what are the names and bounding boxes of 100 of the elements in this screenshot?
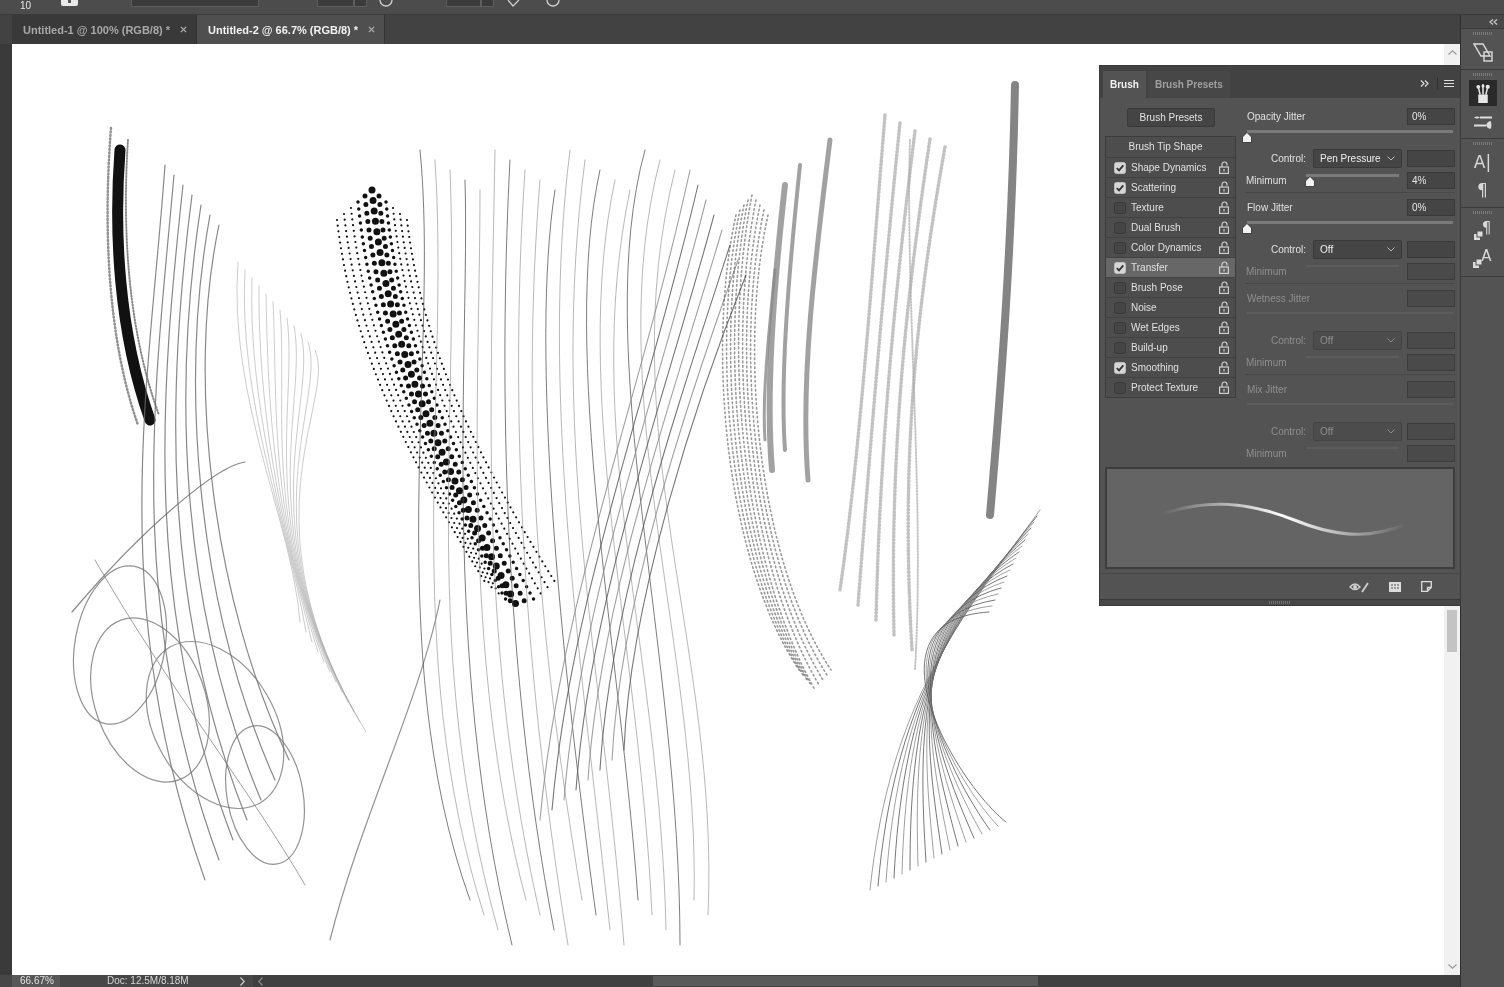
slider-thumb[interactable] xyxy=(1242,132,1252,143)
chevron-icon xyxy=(1387,338,1395,343)
dock-button[interactable]: ¶ xyxy=(1468,177,1497,203)
option-label: Brush Pose xyxy=(1131,282,1184,293)
scrollbar-thumb[interactable] xyxy=(1447,610,1457,652)
scrollbar-thumb[interactable] xyxy=(653,976,1038,986)
lock-icon[interactable] xyxy=(1219,221,1229,234)
chevron-icon[interactable] xyxy=(240,976,245,986)
option-row[interactable]: Wet Edges xyxy=(1106,317,1235,337)
list-item[interactable]: Brush Tip Shape xyxy=(1106,137,1235,157)
document-tab[interactable]: Untitled-1 @ 100% (RGB/8) * xyxy=(12,15,198,44)
lock-icon[interactable] xyxy=(1219,361,1229,374)
grip-handle[interactable] xyxy=(1472,32,1493,35)
dropdown-field[interactable] xyxy=(354,0,368,7)
checkbox[interactable] xyxy=(1114,361,1126,374)
checkbox[interactable] xyxy=(1114,181,1126,194)
zoom-field[interactable]: 66.67% xyxy=(12,975,60,987)
chevron-icon[interactable] xyxy=(1447,50,1457,55)
option-row[interactable]: Shape Dynamics xyxy=(1106,157,1235,177)
lock-icon[interactable] xyxy=(1219,161,1229,174)
grip-handle[interactable] xyxy=(1269,601,1291,604)
dock-button[interactable]: A| xyxy=(1468,149,1497,175)
setting-label: Mix Jitter xyxy=(1246,384,1288,395)
close-icon[interactable] xyxy=(368,26,376,33)
document-tab[interactable]: Untitled-2 @ 66.7% (RGB/8) * xyxy=(197,15,386,44)
minimum-label: Minimum xyxy=(1245,266,1288,277)
control-dropdown[interactable]: Off xyxy=(1313,240,1402,259)
input-field[interactable] xyxy=(131,0,260,7)
lock-icon[interactable] xyxy=(1219,301,1229,314)
value-field[interactable] xyxy=(1407,150,1455,167)
grip-handle[interactable] xyxy=(1472,73,1493,76)
new-page-icon[interactable] xyxy=(1421,581,1432,592)
overlapping-squares-icon xyxy=(1472,42,1493,62)
option-row[interactable]: Dual Brush xyxy=(1106,217,1235,237)
double-chevron-icon[interactable] xyxy=(1489,18,1498,25)
option-row[interactable]: Noise xyxy=(1106,297,1235,317)
chevron-icon[interactable] xyxy=(258,976,263,986)
brush-presets-button[interactable]: Brush Presets xyxy=(1127,108,1215,127)
option-row[interactable]: Brush Pose xyxy=(1106,277,1235,297)
double-chevron-icon[interactable] xyxy=(1420,79,1429,87)
grip-handle[interactable] xyxy=(1472,142,1493,145)
setting-label: Opacity Jitter xyxy=(1246,111,1307,122)
horizontal-scrollbar[interactable] xyxy=(253,975,1460,987)
document-info: Doc: 12.5M/8.18M xyxy=(107,975,190,987)
option-label: Noise xyxy=(1131,302,1158,313)
option-row[interactable]: Texture xyxy=(1106,197,1235,217)
option-label: Scattering xyxy=(1131,182,1178,193)
option-row[interactable]: Transfer xyxy=(1106,257,1235,277)
slider-thumb[interactable] xyxy=(1242,223,1252,234)
lock-icon[interactable] xyxy=(1219,241,1229,254)
control-label: Control: xyxy=(1270,426,1306,437)
menu-icon[interactable] xyxy=(1444,79,1454,87)
minimum-label: Minimum xyxy=(1245,357,1288,368)
minimum-label: Minimum xyxy=(1245,175,1288,186)
value-field[interactable]: 4% xyxy=(1407,172,1455,189)
eye-brush-icon[interactable] xyxy=(1349,580,1369,593)
checkbox[interactable] xyxy=(1114,261,1126,274)
lock-icon[interactable] xyxy=(1219,381,1229,394)
dock-button[interactable]: A xyxy=(1468,246,1497,272)
close-icon[interactable] xyxy=(180,26,188,33)
option-row[interactable]: Protect Texture xyxy=(1106,377,1235,397)
option-row[interactable]: Smoothing xyxy=(1106,357,1235,377)
dock-button[interactable] xyxy=(1468,80,1497,106)
option-row[interactable]: Build-up xyxy=(1106,337,1235,357)
control-label: Control: xyxy=(1270,244,1306,255)
lock-icon[interactable] xyxy=(1219,201,1229,214)
value-field[interactable]: 0% xyxy=(1407,108,1455,125)
dropdown-field[interactable] xyxy=(481,0,495,7)
tab-title[interactable]: Untitled-1 @ 100% (RGB/8) * xyxy=(23,23,171,36)
squares-icon xyxy=(1473,230,1483,240)
chevron-icon[interactable] xyxy=(506,0,522,7)
control-dropdown[interactable]: Pen Pressure xyxy=(1313,149,1402,168)
lock-icon[interactable] xyxy=(1219,181,1229,194)
option-label: Build-up xyxy=(1131,342,1169,353)
lock-icon[interactable] xyxy=(1219,321,1229,334)
minimum-label: Minimum xyxy=(1245,448,1288,459)
option-label: Wet Edges xyxy=(1131,322,1181,333)
control-label: Control: xyxy=(1270,153,1306,164)
input-field[interactable] xyxy=(317,0,355,7)
panel-tab[interactable]: Brush Presets xyxy=(1147,71,1230,98)
grip-handle[interactable] xyxy=(1472,211,1493,214)
setting-label: Flow Jitter xyxy=(1246,202,1294,213)
value-field[interactable] xyxy=(1407,241,1455,258)
value-field[interactable]: 0% xyxy=(1407,199,1455,216)
brush-tip-icon[interactable] xyxy=(61,0,79,6)
option-row[interactable]: Scattering xyxy=(1106,177,1235,197)
option-label: Color Dynamics xyxy=(1131,242,1203,253)
option-label: Protect Texture xyxy=(1131,382,1200,393)
tab-title[interactable]: Untitled-2 @ 66.7% (RGB/8) * xyxy=(208,23,359,36)
lock-icon[interactable] xyxy=(1219,281,1229,294)
panel-tab[interactable]: Brush xyxy=(1103,71,1146,98)
grid-icon[interactable] xyxy=(1389,581,1401,592)
input-field[interactable] xyxy=(446,0,482,7)
brush-size[interactable]: 10 xyxy=(20,0,32,11)
checkbox[interactable] xyxy=(1114,161,1126,174)
lock-icon[interactable] xyxy=(1219,261,1229,274)
dock-button[interactable]: ¶ xyxy=(1468,218,1497,244)
chevron-icon[interactable] xyxy=(1447,964,1457,969)
squares-icon xyxy=(1473,258,1483,268)
lock-icon[interactable] xyxy=(1219,341,1229,354)
